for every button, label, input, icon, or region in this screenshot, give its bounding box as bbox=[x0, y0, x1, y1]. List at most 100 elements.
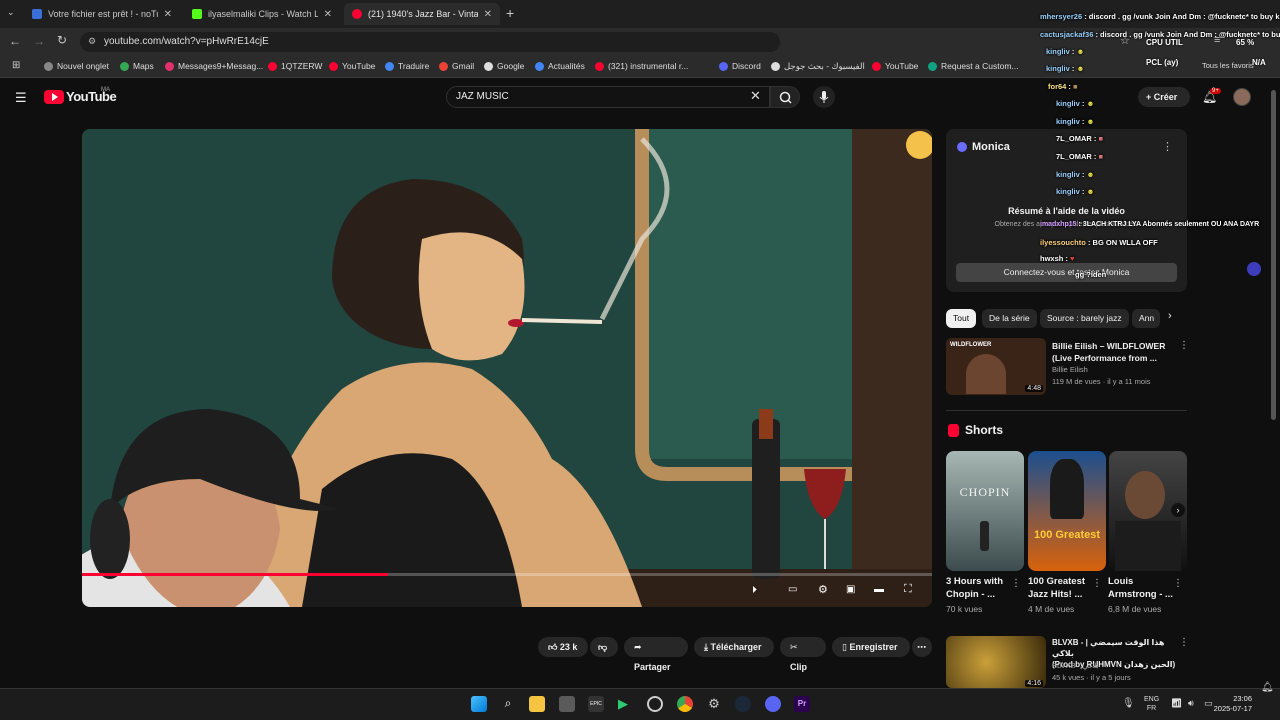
bookmark-item[interactable]: Messages9+Messag... bbox=[165, 61, 263, 71]
close-tab-icon[interactable]: ✕ bbox=[164, 9, 172, 20]
emote-icon: ■ bbox=[1098, 134, 1104, 143]
url-field[interactable]: youtube.com/watch?v=pHwRrE14cjE bbox=[80, 32, 780, 52]
short-thumbnail[interactable]: 100 Greatest bbox=[1028, 451, 1106, 571]
short-title[interactable]: 3 Hours with Chopin - ... bbox=[946, 575, 1012, 601]
search-button[interactable] bbox=[770, 86, 800, 108]
new-tab-plus-icon[interactable]: + bbox=[506, 5, 514, 21]
bookmark-item[interactable]: Actualités bbox=[535, 61, 585, 71]
close-tab-icon[interactable]: ✕ bbox=[324, 9, 332, 20]
store-icon[interactable] bbox=[559, 696, 575, 712]
chips-chevron-right-icon[interactable]: › bbox=[1168, 310, 1172, 322]
wifi-icon[interactable]: 📶︎ bbox=[1171, 698, 1182, 709]
short-thumbnail[interactable]: CHOPIN bbox=[946, 451, 1024, 571]
forward-arrow-icon[interactable]: → bbox=[33, 34, 45, 48]
bookmark-item[interactable]: Nouvel onglet bbox=[44, 61, 109, 71]
channel-name[interactable]: BLVXB - بلاكي bbox=[1052, 661, 1099, 670]
chrome-icon[interactable] bbox=[677, 696, 693, 712]
search-input[interactable]: JAZ MUSIC bbox=[446, 86, 770, 108]
short-title[interactable]: Louis Armstrong - ... bbox=[1108, 575, 1174, 601]
more-vertical-icon[interactable]: ⋮ bbox=[1092, 578, 1102, 589]
chip-source[interactable]: Source : barely jazz bbox=[1040, 309, 1129, 328]
more-vertical-icon[interactable]: ⋮ bbox=[1011, 578, 1021, 589]
voice-search-button[interactable] bbox=[813, 86, 835, 108]
menu-hamburger-icon[interactable]: ☰ bbox=[15, 90, 27, 106]
chip-all[interactable]: Tout bbox=[946, 309, 977, 328]
autoplay-toggle-icon[interactable]: ⏵ bbox=[752, 585, 757, 596]
bookmark-item[interactable]: Traduire bbox=[385, 61, 429, 71]
bookmark-item[interactable]: 1QTZERW bbox=[268, 61, 322, 71]
tab-list-chevron-icon[interactable]: ⌄ bbox=[7, 7, 19, 19]
settings-app-icon[interactable]: ⚙ bbox=[706, 696, 722, 712]
bookmark-item[interactable]: Request a Custom... bbox=[928, 61, 1018, 71]
short-thumb-text: CHOPIN bbox=[959, 485, 1011, 499]
back-arrow-icon[interactable]: ← bbox=[9, 34, 21, 48]
more-vertical-icon[interactable]: ⋮ bbox=[1179, 340, 1189, 351]
reload-icon[interactable]: ↻ bbox=[57, 33, 67, 47]
short-title[interactable]: 100 Greatest Jazz Hits! ... bbox=[1028, 575, 1094, 601]
browser-tab-kick[interactable]: ilyaselmaliki Clips - Watch Live ✕ bbox=[184, 3, 340, 25]
close-tab-icon[interactable]: ✕ bbox=[484, 9, 492, 20]
steam-icon[interactable] bbox=[735, 696, 751, 712]
volume-icon[interactable]: 🔊︎ bbox=[1188, 698, 1194, 709]
download-button[interactable]: ⤓ Télécharger bbox=[694, 637, 774, 657]
subtitles-icon[interactable]: ▭ bbox=[788, 584, 797, 595]
video-title[interactable]: Billie Eilish – WILDFLOWER (Live Perform… bbox=[1052, 340, 1176, 364]
bookmark-item[interactable]: Discord bbox=[719, 61, 761, 71]
thumbnail-figure bbox=[1050, 459, 1084, 519]
bookmark-item[interactable]: Gmail bbox=[439, 61, 474, 71]
clear-search-icon[interactable]: ✕ bbox=[750, 88, 761, 104]
epic-games-icon[interactable]: EPIC bbox=[588, 696, 604, 712]
bookmark-item[interactable]: YouTube bbox=[329, 61, 375, 71]
bookmark-item[interactable]: الفيسبوك - بحث جوجل bbox=[771, 61, 865, 72]
more-actions-button[interactable]: ⋯ bbox=[912, 637, 932, 657]
short-views: 6,8 M de vues bbox=[1108, 604, 1162, 614]
bookmark-item[interactable]: (321) instrumental r... bbox=[595, 61, 688, 71]
save-button[interactable]: ▯ Enregistrer bbox=[832, 637, 910, 657]
notification-center-icon[interactable]: 🔔︎ bbox=[1261, 682, 1274, 693]
like-button[interactable]: 👍︎ 23 k bbox=[538, 637, 588, 657]
bookmark-item[interactable]: Google bbox=[484, 61, 524, 71]
short-thumbnail[interactable]: › bbox=[1109, 451, 1187, 571]
settings-gear-icon[interactable]: ⚙ bbox=[818, 583, 828, 596]
start-button-icon[interactable] bbox=[471, 696, 487, 712]
chat-message: mhersyer26 : discord . gg /vunk Join And… bbox=[1040, 12, 1280, 21]
clock[interactable]: 23:06 2025-07-17 bbox=[1212, 694, 1252, 714]
obs-icon[interactable] bbox=[647, 696, 663, 712]
clip-button[interactable]: ✂ Clip bbox=[780, 637, 826, 672]
video-thumbnail[interactable]: 4:16 bbox=[946, 636, 1046, 688]
theater-mode-icon[interactable]: ▬ bbox=[874, 584, 884, 595]
divider bbox=[946, 410, 1187, 411]
taskbar-search-icon[interactable]: ⌕ bbox=[500, 696, 516, 712]
share-button[interactable]: ➦ Partager bbox=[624, 637, 688, 672]
bookmark-item[interactable]: Maps bbox=[120, 61, 154, 71]
file-explorer-icon[interactable] bbox=[529, 696, 545, 712]
video-title-line: Billie Eilish – WILDFLOWER bbox=[1052, 341, 1166, 351]
shorts-next-arrow-icon[interactable]: › bbox=[1171, 503, 1185, 517]
chip-series[interactable]: De la série bbox=[982, 309, 1037, 328]
miniplayer-icon[interactable]: ▣ bbox=[846, 584, 855, 595]
dislike-button[interactable]: 👎︎ bbox=[590, 637, 618, 657]
chip-next[interactable]: Ann bbox=[1132, 309, 1160, 328]
discord-icon[interactable] bbox=[765, 696, 781, 712]
video-thumbnail[interactable]: WILDFLOWER 4:48 bbox=[946, 338, 1046, 395]
site-info-icon[interactable]: ⚙ bbox=[88, 36, 96, 47]
video-player[interactable]: ⏵ ▭ ⚙ ▣ ▬ ⛶ bbox=[82, 129, 932, 607]
apps-grid-icon[interactable]: ⊞ bbox=[12, 60, 20, 71]
fullscreen-icon[interactable]: ⛶ bbox=[904, 583, 912, 596]
youtube-logo-icon[interactable] bbox=[44, 90, 64, 104]
language-switcher[interactable]: ENG FR bbox=[1144, 695, 1159, 713]
youtube-favicon-icon bbox=[352, 9, 362, 19]
progress-bar[interactable] bbox=[82, 573, 932, 576]
microphone-tray-icon[interactable]: 🎙︎ bbox=[1122, 698, 1135, 709]
browser-tab-youtube[interactable]: (21) 1940's Jazz Bar - Vintage C ✕ bbox=[344, 3, 500, 25]
pcl-value: N/A bbox=[1252, 58, 1266, 67]
browser-tab-notube[interactable]: Votre fichier est prêt ! - noTube ✕ bbox=[24, 3, 180, 25]
shorts-logo-icon bbox=[948, 424, 959, 437]
premiere-pro-icon[interactable]: Pr bbox=[794, 696, 810, 712]
more-vertical-icon[interactable]: ⋮ bbox=[1179, 637, 1189, 648]
play-app-icon[interactable]: ▶ bbox=[618, 696, 634, 712]
channel-name[interactable]: Billie Eilish bbox=[1052, 365, 1088, 374]
url-text: youtube.com/watch?v=pHwRrE14cjE bbox=[104, 36, 269, 47]
bookmark-item[interactable]: YouTube bbox=[872, 61, 918, 71]
more-vertical-icon[interactable]: ⋮ bbox=[1173, 578, 1183, 589]
